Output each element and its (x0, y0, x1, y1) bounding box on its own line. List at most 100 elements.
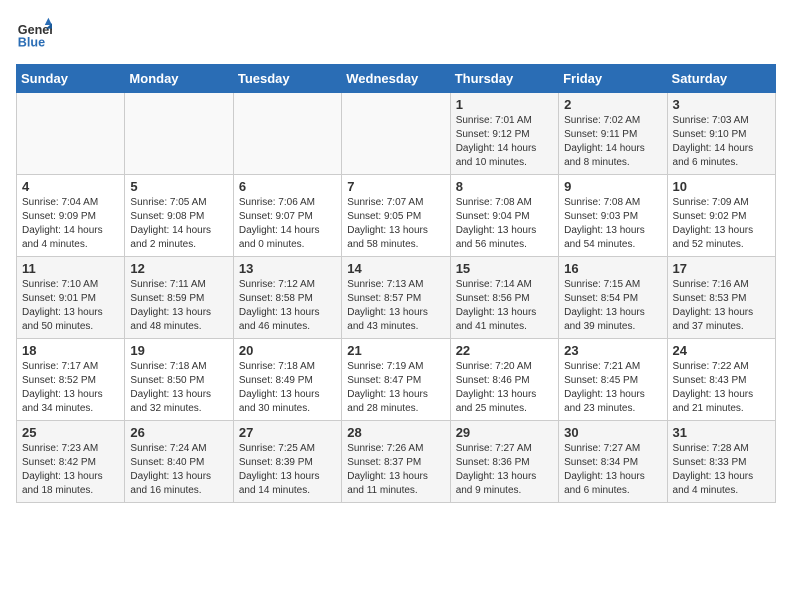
calendar-cell (17, 93, 125, 175)
day-number: 29 (456, 425, 553, 440)
day-info: Sunrise: 7:15 AM Sunset: 8:54 PM Dayligh… (564, 278, 661, 334)
day-info: Sunrise: 7:18 AM Sunset: 8:49 PM Dayligh… (239, 360, 336, 416)
day-info: Sunrise: 7:08 AM Sunset: 9:04 PM Dayligh… (456, 196, 553, 252)
day-info: Sunrise: 7:18 AM Sunset: 8:50 PM Dayligh… (130, 360, 227, 416)
calendar-cell: 22 Sunrise: 7:20 AM Sunset: 8:46 PM Dayli… (450, 339, 558, 421)
calendar-week-row: 25 Sunrise: 7:23 AM Sunset: 8:42 PM Dayli… (17, 421, 776, 503)
calendar-cell: 12 Sunrise: 7:11 AM Sunset: 8:59 PM Dayli… (125, 257, 233, 339)
calendar-cell: 2 Sunrise: 7:02 AM Sunset: 9:11 PM Daylig… (559, 93, 667, 175)
day-number: 2 (564, 97, 661, 112)
day-number: 13 (239, 261, 336, 276)
calendar-header-row: SundayMondayTuesdayWednesdayThursdayFrid… (17, 65, 776, 93)
day-info: Sunrise: 7:27 AM Sunset: 8:36 PM Dayligh… (456, 442, 553, 498)
calendar-cell: 20 Sunrise: 7:18 AM Sunset: 8:49 PM Dayli… (233, 339, 341, 421)
day-info: Sunrise: 7:17 AM Sunset: 8:52 PM Dayligh… (22, 360, 119, 416)
calendar-cell: 9 Sunrise: 7:08 AM Sunset: 9:03 PM Daylig… (559, 175, 667, 257)
calendar-cell (233, 93, 341, 175)
day-number: 19 (130, 343, 227, 358)
day-info: Sunrise: 7:06 AM Sunset: 9:07 PM Dayligh… (239, 196, 336, 252)
day-info: Sunrise: 7:20 AM Sunset: 8:46 PM Dayligh… (456, 360, 553, 416)
calendar-week-row: 1 Sunrise: 7:01 AM Sunset: 9:12 PM Daylig… (17, 93, 776, 175)
day-number: 20 (239, 343, 336, 358)
calendar-cell: 17 Sunrise: 7:16 AM Sunset: 8:53 PM Dayli… (667, 257, 775, 339)
day-info: Sunrise: 7:28 AM Sunset: 8:33 PM Dayligh… (673, 442, 770, 498)
day-info: Sunrise: 7:10 AM Sunset: 9:01 PM Dayligh… (22, 278, 119, 334)
calendar-cell: 13 Sunrise: 7:12 AM Sunset: 8:58 PM Dayli… (233, 257, 341, 339)
day-number: 1 (456, 97, 553, 112)
calendar-cell: 5Sunrise: 7:05 AM Sunset: 9:08 PM Daylig… (125, 175, 233, 257)
day-number: 12 (130, 261, 227, 276)
day-info: Sunrise: 7:01 AM Sunset: 9:12 PM Dayligh… (456, 114, 553, 170)
weekday-header: Saturday (667, 65, 775, 93)
calendar-cell: 11 Sunrise: 7:10 AM Sunset: 9:01 PM Dayli… (17, 257, 125, 339)
day-number: 23 (564, 343, 661, 358)
calendar-week-row: 11 Sunrise: 7:10 AM Sunset: 9:01 PM Dayli… (17, 257, 776, 339)
day-number: 18 (22, 343, 119, 358)
day-info: Sunrise: 7:02 AM Sunset: 9:11 PM Dayligh… (564, 114, 661, 170)
day-info: Sunrise: 7:19 AM Sunset: 8:47 PM Dayligh… (347, 360, 444, 416)
day-info: Sunrise: 7:22 AM Sunset: 8:43 PM Dayligh… (673, 360, 770, 416)
weekday-header: Tuesday (233, 65, 341, 93)
calendar-cell: 19 Sunrise: 7:18 AM Sunset: 8:50 PM Dayli… (125, 339, 233, 421)
day-number: 3 (673, 97, 770, 112)
day-number: 28 (347, 425, 444, 440)
calendar-table: SundayMondayTuesdayWednesdayThursdayFrid… (16, 64, 776, 503)
day-number: 21 (347, 343, 444, 358)
day-number: 8 (456, 179, 553, 194)
day-info: Sunrise: 7:07 AM Sunset: 9:05 PM Dayligh… (347, 196, 444, 252)
calendar-cell: 29 Sunrise: 7:27 AM Sunset: 8:36 PM Dayli… (450, 421, 558, 503)
day-number: 27 (239, 425, 336, 440)
calendar-cell: 18 Sunrise: 7:17 AM Sunset: 8:52 PM Dayli… (17, 339, 125, 421)
calendar-cell: 16 Sunrise: 7:15 AM Sunset: 8:54 PM Dayli… (559, 257, 667, 339)
day-info: Sunrise: 7:25 AM Sunset: 8:39 PM Dayligh… (239, 442, 336, 498)
day-info: Sunrise: 7:21 AM Sunset: 8:45 PM Dayligh… (564, 360, 661, 416)
calendar-cell: 10 Sunrise: 7:09 AM Sunset: 9:02 PM Dayli… (667, 175, 775, 257)
day-number: 15 (456, 261, 553, 276)
day-info: Sunrise: 7:05 AM Sunset: 9:08 PM Dayligh… (130, 196, 227, 252)
day-number: 9 (564, 179, 661, 194)
weekday-header: Friday (559, 65, 667, 93)
day-number: 22 (456, 343, 553, 358)
weekday-header: Monday (125, 65, 233, 93)
day-number: 30 (564, 425, 661, 440)
calendar-cell: 24 Sunrise: 7:22 AM Sunset: 8:43 PM Dayli… (667, 339, 775, 421)
weekday-header: Sunday (17, 65, 125, 93)
calendar-cell: 1 Sunrise: 7:01 AM Sunset: 9:12 PM Daylig… (450, 93, 558, 175)
day-info: Sunrise: 7:11 AM Sunset: 8:59 PM Dayligh… (130, 278, 227, 334)
day-info: Sunrise: 7:14 AM Sunset: 8:56 PM Dayligh… (456, 278, 553, 334)
weekday-header: Wednesday (342, 65, 450, 93)
day-number: 16 (564, 261, 661, 276)
day-info: Sunrise: 7:16 AM Sunset: 8:53 PM Dayligh… (673, 278, 770, 334)
day-number: 25 (22, 425, 119, 440)
day-info: Sunrise: 7:12 AM Sunset: 8:58 PM Dayligh… (239, 278, 336, 334)
day-info: Sunrise: 7:23 AM Sunset: 8:42 PM Dayligh… (22, 442, 119, 498)
calendar-cell (125, 93, 233, 175)
calendar-cell: 6Sunrise: 7:06 AM Sunset: 9:07 PM Daylig… (233, 175, 341, 257)
calendar-cell: 8 Sunrise: 7:08 AM Sunset: 9:04 PM Daylig… (450, 175, 558, 257)
day-info: Sunrise: 7:09 AM Sunset: 9:02 PM Dayligh… (673, 196, 770, 252)
day-info: Sunrise: 7:27 AM Sunset: 8:34 PM Dayligh… (564, 442, 661, 498)
calendar-cell: 30 Sunrise: 7:27 AM Sunset: 8:34 PM Dayli… (559, 421, 667, 503)
calendar-week-row: 4Sunrise: 7:04 AM Sunset: 9:09 PM Daylig… (17, 175, 776, 257)
day-info: Sunrise: 7:04 AM Sunset: 9:09 PM Dayligh… (22, 196, 119, 252)
day-number: 26 (130, 425, 227, 440)
calendar-cell: 25 Sunrise: 7:23 AM Sunset: 8:42 PM Dayli… (17, 421, 125, 503)
calendar-cell: 26 Sunrise: 7:24 AM Sunset: 8:40 PM Dayli… (125, 421, 233, 503)
day-number: 7 (347, 179, 444, 194)
logo-icon: General Blue (16, 16, 52, 52)
day-number: 10 (673, 179, 770, 194)
day-number: 14 (347, 261, 444, 276)
logo: General Blue (16, 16, 52, 52)
day-info: Sunrise: 7:13 AM Sunset: 8:57 PM Dayligh… (347, 278, 444, 334)
page-header: General Blue (16, 16, 776, 52)
day-info: Sunrise: 7:08 AM Sunset: 9:03 PM Dayligh… (564, 196, 661, 252)
calendar-cell: 14 Sunrise: 7:13 AM Sunset: 8:57 PM Dayli… (342, 257, 450, 339)
calendar-cell: 23 Sunrise: 7:21 AM Sunset: 8:45 PM Dayli… (559, 339, 667, 421)
day-info: Sunrise: 7:26 AM Sunset: 8:37 PM Dayligh… (347, 442, 444, 498)
day-number: 17 (673, 261, 770, 276)
weekday-header: Thursday (450, 65, 558, 93)
calendar-cell (342, 93, 450, 175)
day-number: 11 (22, 261, 119, 276)
day-info: Sunrise: 7:24 AM Sunset: 8:40 PM Dayligh… (130, 442, 227, 498)
day-number: 24 (673, 343, 770, 358)
